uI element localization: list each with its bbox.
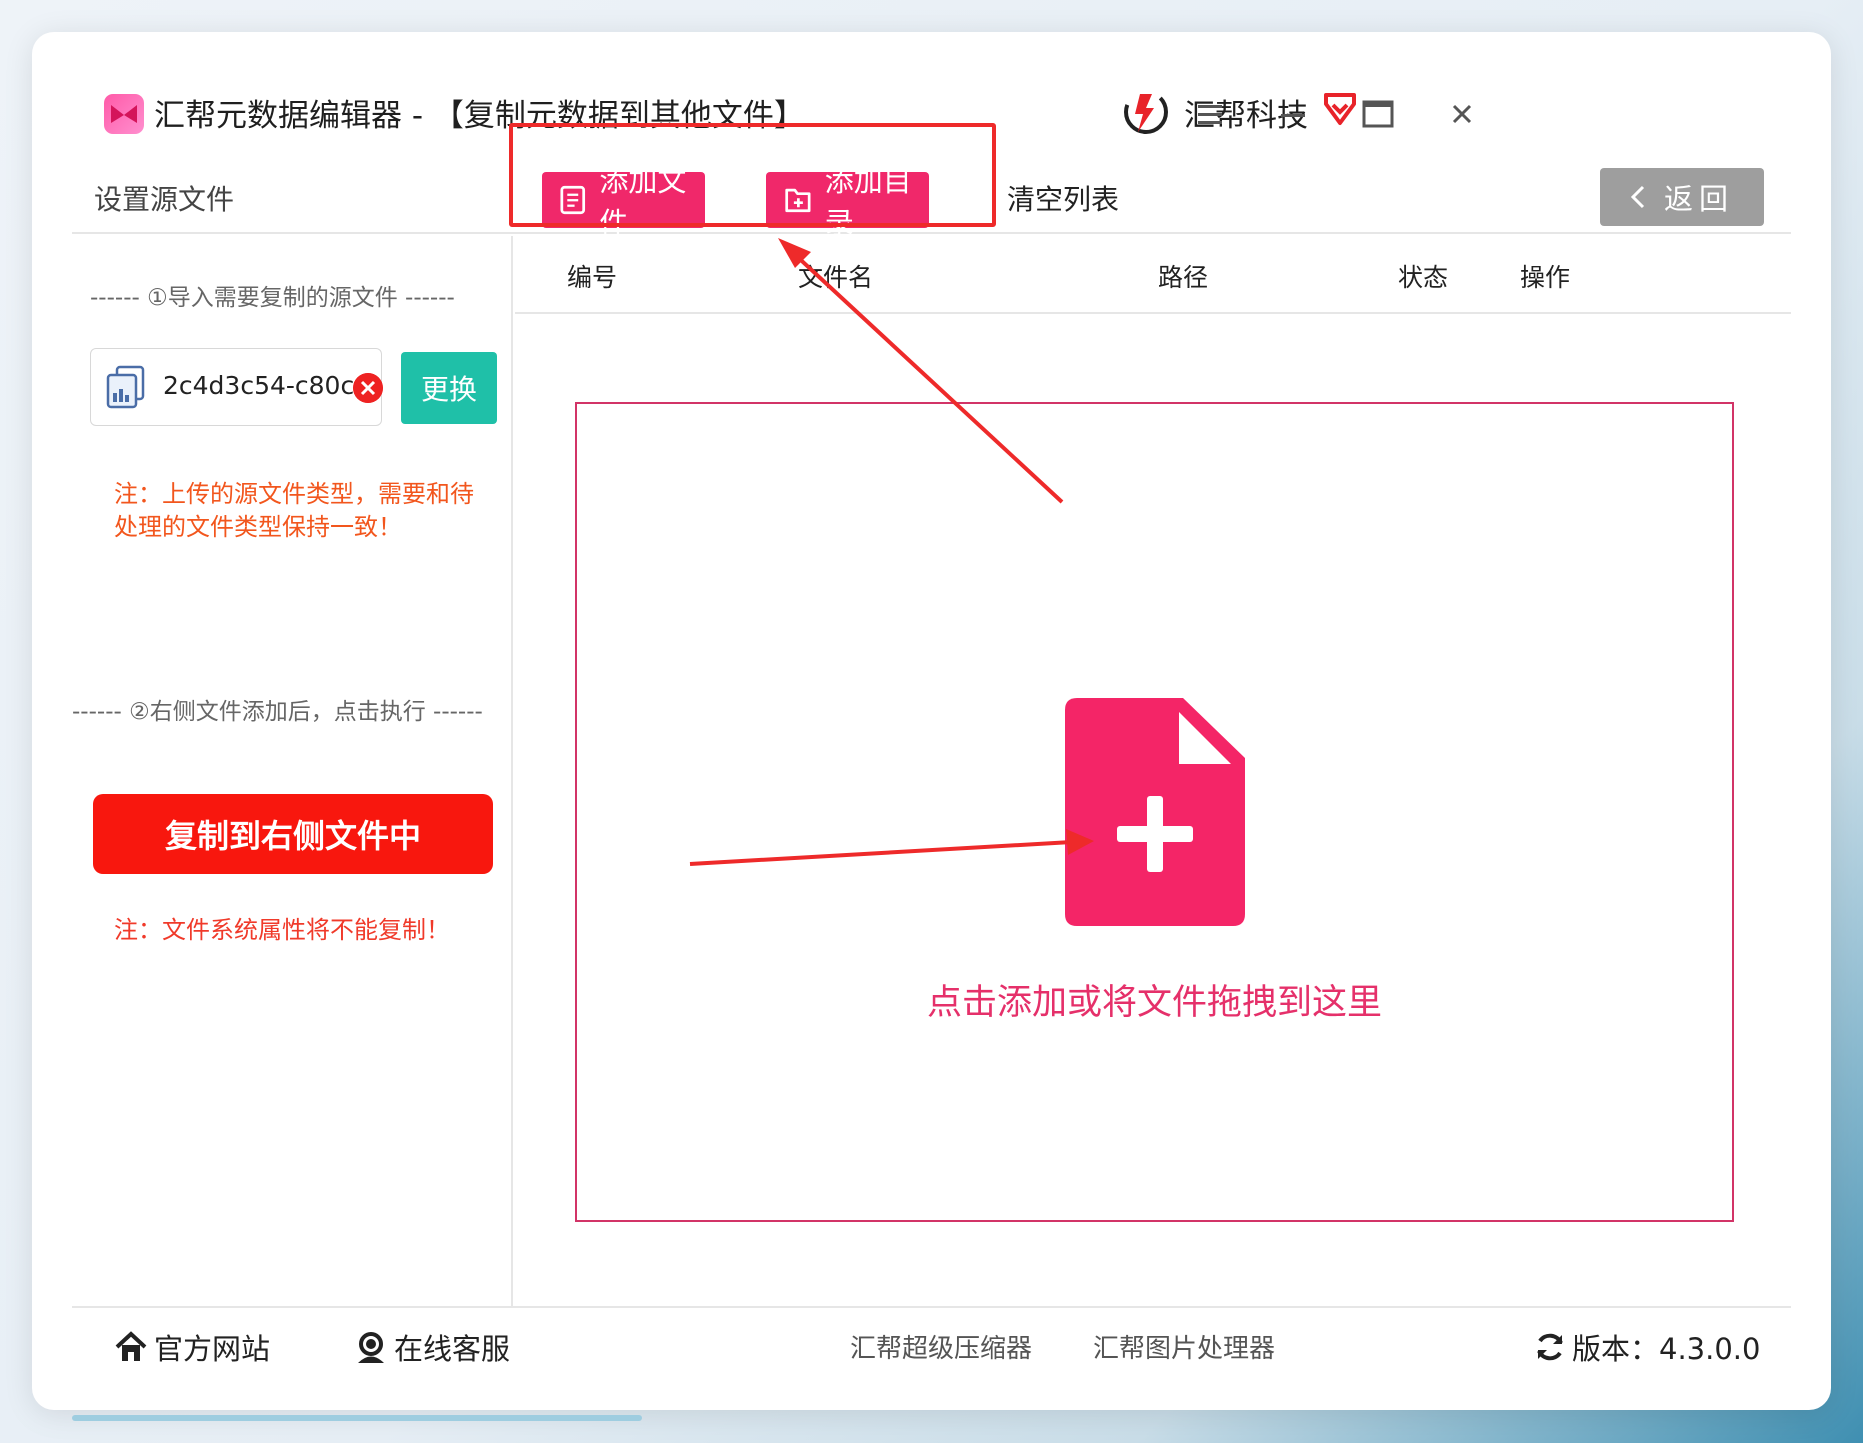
compressor-link[interactable]: 汇帮超级压缩器 — [850, 1328, 1032, 1365]
file-type-note: 注：上传的源文件类型，需要和待处理的文件类型保持一致！ — [114, 480, 474, 541]
footer: 官方网站 在线客服 汇帮超级压缩器 汇帮图片处理器 版本：4.3.0.0 — [72, 1306, 1791, 1377]
remove-file-icon[interactable] — [353, 373, 383, 403]
official-website-link[interactable]: 官方网站 — [114, 1326, 270, 1368]
brand-logo-icon — [1124, 90, 1168, 134]
document-icon — [106, 365, 145, 409]
attribute-note: 注：文件系统属性将不能复制！ — [114, 916, 450, 944]
column-header-action: 操作 — [1520, 263, 1571, 292]
app-title: 汇帮元数据编辑器 - 【复制元数据到其他文件】 — [154, 98, 805, 134]
source-file-name: 2c4d3c54-c80c-4 — [163, 371, 373, 400]
back-button[interactable]: 返回 — [1600, 168, 1764, 226]
column-header-status: 状态 — [1398, 263, 1449, 292]
add-folder-label: 添加目录 — [824, 164, 912, 240]
drop-zone-hint: 点击添加或将文件拖拽到这里 — [926, 983, 1382, 1023]
minimize-icon[interactable] — [1273, 94, 1313, 134]
left-panel: ------ ①导入需要复制的源文件 ------ 2c4d3c54-c80c-… — [72, 236, 513, 1306]
add-file-label: 添加文件 — [599, 164, 687, 240]
version-label: 版本：4.3.0.0 — [1572, 1332, 1761, 1366]
version-info[interactable]: 版本：4.3.0.0 — [1534, 1326, 1760, 1368]
copy-to-files-button[interactable]: 复制到右侧文件中 — [93, 794, 493, 874]
refresh-icon — [1537, 1333, 1563, 1361]
online-support-label: 在线客服 — [394, 1332, 511, 1366]
source-file-box[interactable]: 2c4d3c54-c80c-4 — [90, 348, 383, 426]
drop-zone[interactable]: 点击添加或将文件拖拽到这里 — [575, 402, 1734, 1222]
folder-add-icon — [785, 188, 811, 213]
add-file-button[interactable]: 添加文件 — [542, 164, 705, 240]
title-bar: 汇帮元数据编辑器 - 【复制元数据到其他文件】 汇帮科技 — [72, 72, 1791, 152]
brand-badge-icon[interactable] — [1322, 92, 1358, 126]
progress-strip — [72, 1415, 642, 1421]
online-support-link[interactable]: 在线客服 — [354, 1326, 510, 1368]
chevron-left-icon — [1630, 185, 1645, 209]
add-file-icon[interactable] — [1065, 698, 1245, 926]
app-window: 汇帮元数据编辑器 - 【复制元数据到其他文件】 汇帮科技 设置源文件 添加文件 … — [72, 72, 1791, 1377]
file-list-panel: 编号 文件名 路径 状态 操作 点击添加或将文件拖拽到这里 — [515, 236, 1791, 1306]
toolbar: 设置源文件 添加文件 添加目录 清空列表 返回 — [72, 156, 1791, 240]
step1-label: ------ ①导入需要复制的源文件 ------ — [90, 285, 455, 311]
column-header-filename: 文件名 — [798, 263, 874, 292]
menu-icon[interactable] — [1190, 94, 1230, 134]
add-folder-button[interactable]: 添加目录 — [766, 164, 929, 240]
step2-label: ------ ②右侧文件添加后，点击执行 ------ — [72, 699, 483, 725]
close-icon[interactable] — [1442, 94, 1482, 134]
column-header-index: 编号 — [567, 263, 618, 292]
table-header: 编号 文件名 路径 状态 操作 — [515, 236, 1791, 314]
section-label: 设置源文件 — [94, 183, 235, 216]
app-logo-icon — [104, 94, 144, 134]
replace-button[interactable]: 更换 — [401, 352, 497, 424]
file-list-icon — [560, 185, 586, 215]
back-label: 返回 — [1663, 182, 1734, 216]
clear-list-button[interactable]: 清空列表 — [1007, 178, 1119, 218]
image-processor-link[interactable]: 汇帮图片处理器 — [1093, 1328, 1275, 1365]
support-agent-icon — [358, 1332, 384, 1363]
official-website-label: 官方网站 — [154, 1332, 271, 1366]
home-icon — [115, 1331, 147, 1361]
column-header-path: 路径 — [1158, 263, 1209, 292]
maximize-icon[interactable] — [1358, 94, 1398, 134]
